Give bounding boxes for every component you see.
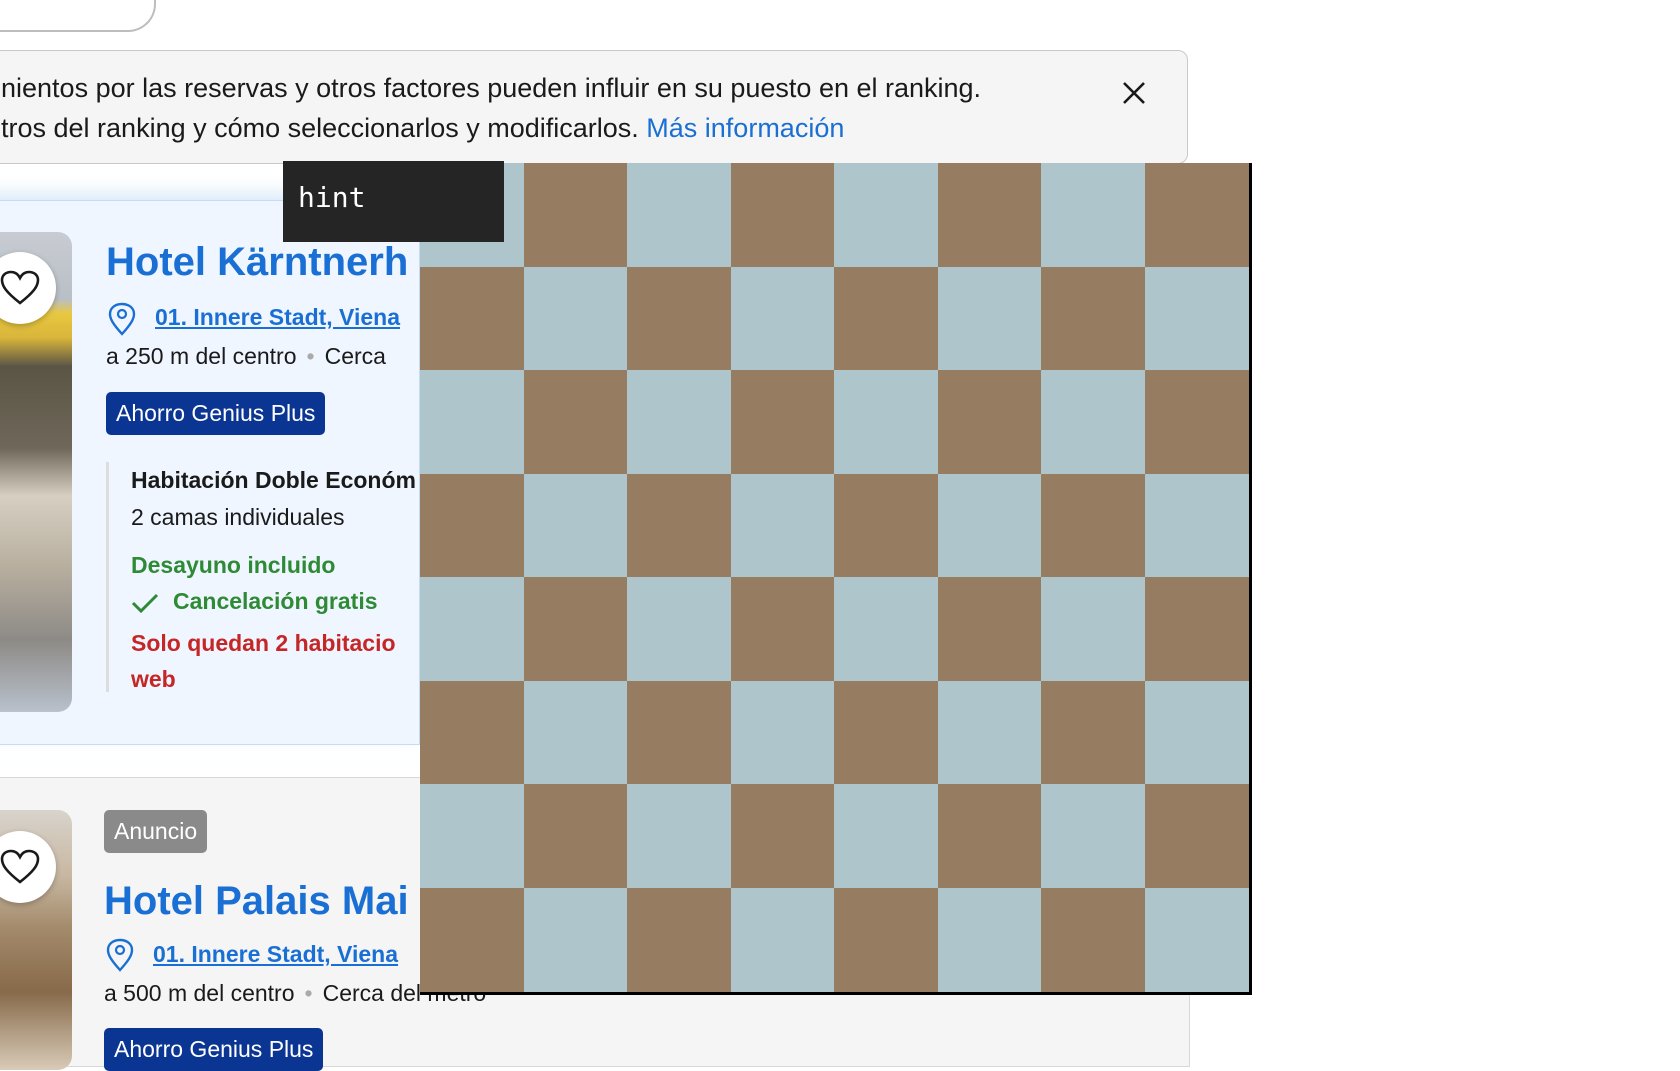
hotel-title[interactable]: Hotel Palais Mai	[104, 879, 409, 924]
checkerboard-square[interactable]	[627, 577, 731, 681]
checkerboard-square[interactable]	[1041, 266, 1145, 371]
checkerboard-square[interactable]	[834, 680, 938, 785]
checkerboard-square[interactable]	[834, 784, 938, 888]
free-cancellation: Cancelación gratis	[131, 588, 378, 615]
ranking-notice: nientos por las reservas y otros factore…	[0, 50, 1188, 164]
checkerboard-square[interactable]	[834, 887, 938, 992]
checkerboard-square[interactable]	[523, 887, 628, 992]
ad-badge: Anuncio	[104, 810, 208, 853]
checkerboard-square[interactable]	[937, 577, 1042, 681]
checkerboard-square[interactable]	[523, 577, 628, 681]
separator-dot: •	[306, 343, 315, 369]
checkerboard-square[interactable]	[834, 370, 938, 474]
checkerboard-square[interactable]	[834, 473, 938, 578]
checkerboard-square[interactable]	[420, 887, 524, 992]
checkerboard-square[interactable]	[420, 370, 524, 474]
checkerboard-square[interactable]	[730, 680, 835, 785]
checkerboard-square[interactable]	[937, 887, 1042, 992]
more-info-link[interactable]: Más información	[646, 113, 844, 143]
checkerboard-square[interactable]	[730, 577, 835, 681]
checkerboard-square[interactable]	[1041, 887, 1145, 992]
heart-icon	[0, 849, 40, 884]
checkerboard-square[interactable]	[523, 680, 628, 785]
checkerboard-square[interactable]	[834, 266, 938, 371]
hotel-title[interactable]: Hotel Kärntnerh	[106, 240, 408, 285]
separator-dot: •	[304, 980, 313, 1006]
nearby-info: Cerca	[324, 343, 386, 369]
checkmark-icon	[131, 593, 159, 614]
checkerboard-square[interactable]	[1144, 370, 1249, 474]
room-beds: 2 camas individuales	[131, 504, 345, 530]
checkerboard-square[interactable]	[937, 163, 1042, 267]
free-cancellation-text: Cancelación gratis	[173, 588, 378, 614]
checkerboard-square[interactable]	[730, 163, 835, 267]
hint-tooltip: hint	[283, 161, 504, 242]
genius-badge: Ahorro Genius Plus	[106, 392, 326, 435]
heart-icon	[0, 270, 40, 305]
checkerboard-square[interactable]	[1041, 680, 1145, 785]
close-icon[interactable]	[1118, 77, 1150, 109]
notice-line-2: tros del ranking y cómo seleccionarlos y…	[1, 113, 844, 144]
checkerboard-square[interactable]	[627, 370, 731, 474]
checkerboard-square[interactable]	[420, 473, 524, 578]
checkerboard-square[interactable]	[1041, 473, 1145, 578]
map-pin-icon	[106, 938, 134, 972]
checkerboard-square[interactable]	[1041, 784, 1145, 888]
notice-line-2-text: tros del ranking y cómo seleccionarlos y…	[1, 113, 639, 143]
room-name: Habitación Doble Económ	[131, 467, 416, 493]
checkerboard-square[interactable]	[523, 784, 628, 888]
hotel-distance: a 250 m del centro • Cerca	[106, 343, 386, 370]
breakfast-included: Desayuno incluido	[131, 552, 336, 578]
checkerboard-square[interactable]	[627, 784, 731, 888]
checkerboard-square[interactable]	[937, 473, 1042, 578]
room-details: Habitación Doble Económ 2 camas individu…	[106, 462, 429, 692]
checkerboard-square[interactable]	[1144, 266, 1249, 371]
checkerboard-square[interactable]	[523, 370, 628, 474]
checkerboard-square[interactable]	[420, 266, 524, 371]
checkerboard-square[interactable]	[420, 784, 524, 888]
checkerboard-square[interactable]	[1144, 784, 1249, 888]
checkerboard-square[interactable]	[730, 473, 835, 578]
scarcity-message: Solo quedan 2 habitacio web	[131, 630, 396, 692]
checkerboard-square[interactable]	[937, 784, 1042, 888]
checkerboard-square[interactable]	[627, 680, 731, 785]
checkerboard-square[interactable]	[523, 473, 628, 578]
checkerboard-square[interactable]	[420, 577, 524, 681]
checkerboard-square[interactable]	[1041, 370, 1145, 474]
checkerboard-square[interactable]	[730, 887, 835, 992]
sort-dropdown[interactable]: acados ⌄	[0, 0, 156, 32]
checkerboard-square[interactable]	[627, 266, 731, 371]
checkerboard-square[interactable]	[937, 370, 1042, 474]
distance-from-center: a 250 m del centro	[106, 343, 297, 369]
hotel-location-link[interactable]: 01. Innere Stadt, Viena	[153, 941, 398, 968]
checkerboard-square[interactable]	[627, 887, 731, 992]
checkerboard-square[interactable]	[523, 163, 628, 267]
hotel-location-link[interactable]: 01. Innere Stadt, Viena	[155, 304, 400, 331]
checkerboard-square[interactable]	[627, 163, 731, 267]
checkerboard-square[interactable]	[730, 370, 835, 474]
checkerboard-square[interactable]	[834, 163, 938, 267]
hint-label: hint	[298, 181, 366, 214]
map-pin-icon	[108, 302, 136, 336]
checkerboard-square[interactable]	[523, 266, 628, 371]
checkerboard-square[interactable]	[834, 577, 938, 681]
distance-from-center: a 500 m del centro	[104, 980, 295, 1006]
checkerboard-square[interactable]	[1144, 163, 1249, 267]
checkerboard-square[interactable]	[1144, 680, 1249, 785]
checkerboard-square[interactable]	[627, 473, 731, 578]
checkerboard-square[interactable]	[730, 784, 835, 888]
checkerboard-square[interactable]	[1041, 577, 1145, 681]
checkerboard-square[interactable]	[1144, 473, 1249, 578]
checkerboard-square[interactable]	[730, 266, 835, 371]
checkerboard-square[interactable]	[420, 680, 524, 785]
checkerboard-square[interactable]	[937, 680, 1042, 785]
checkerboard-square[interactable]	[1041, 163, 1145, 267]
checkerboard-square[interactable]	[1144, 887, 1249, 992]
checkerboard-overlay[interactable]	[420, 163, 1252, 995]
checkerboard-square[interactable]	[1144, 577, 1249, 681]
checkerboard-square[interactable]	[937, 266, 1042, 371]
notice-line-1: nientos por las reservas y otros factore…	[1, 73, 982, 103]
